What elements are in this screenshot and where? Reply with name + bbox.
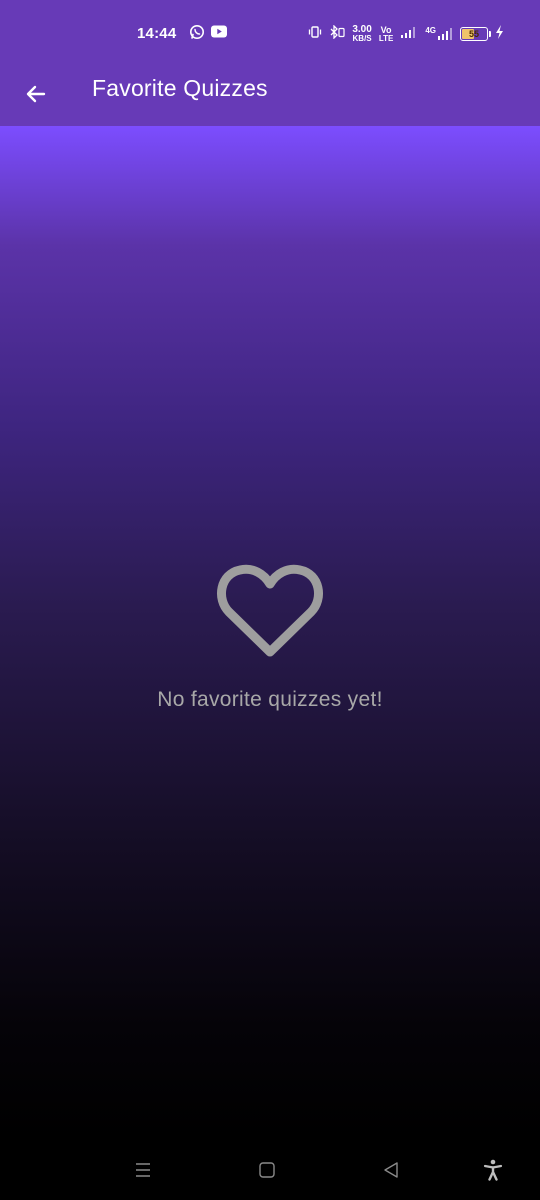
status-time: 14:44 [137, 25, 177, 42]
page-title: Favorite Quizzes [92, 75, 268, 101]
status-app-icons [189, 24, 227, 45]
vibrate-icon [308, 25, 322, 44]
status-bar: 14:44 3.00 KB/S Vo LTE 4G 55 [0, 0, 540, 62]
recent-apps-button[interactable] [129, 1156, 157, 1184]
heart-outline-icon [217, 564, 323, 657]
charging-icon [495, 24, 504, 44]
empty-state: No favorite quizzes yet! [0, 562, 540, 712]
accessibility-button[interactable] [479, 1156, 507, 1184]
battery-level: 55 [468, 29, 479, 39]
system-nav-bar [0, 1140, 540, 1200]
lte-label: LTE [378, 33, 394, 43]
network-signal: 4G [425, 27, 453, 41]
home-button[interactable] [253, 1156, 281, 1184]
accessibility-icon [483, 1159, 503, 1181]
data-speed-unit: KB/S [352, 34, 372, 43]
home-icon [259, 1162, 275, 1178]
back-triangle-icon [384, 1162, 398, 1178]
status-indicators: 3.00 KB/S Vo LTE 4G 55 [308, 23, 504, 44]
favorites-content[interactable]: No favorite quizzes yet! [0, 126, 540, 1140]
youtube-icon [211, 25, 227, 43]
app-bar: Favorite Quizzes [0, 62, 540, 126]
arrow-back-icon [26, 85, 46, 103]
network-type: 4G [425, 26, 436, 35]
whatsapp-icon [189, 24, 205, 45]
back-nav-button[interactable] [377, 1156, 405, 1184]
back-button[interactable] [14, 72, 58, 116]
battery-indicator: 55 [460, 27, 491, 41]
volte-indicator: Vo LTE [378, 25, 394, 43]
data-speed: 3.00 KB/S [352, 25, 371, 43]
empty-message: No favorite quizzes yet! [157, 688, 383, 711]
bluetooth-icon [329, 23, 345, 44]
recent-apps-icon [136, 1163, 150, 1177]
signal-icon [400, 25, 418, 44]
signal-bars-icon [438, 28, 452, 40]
